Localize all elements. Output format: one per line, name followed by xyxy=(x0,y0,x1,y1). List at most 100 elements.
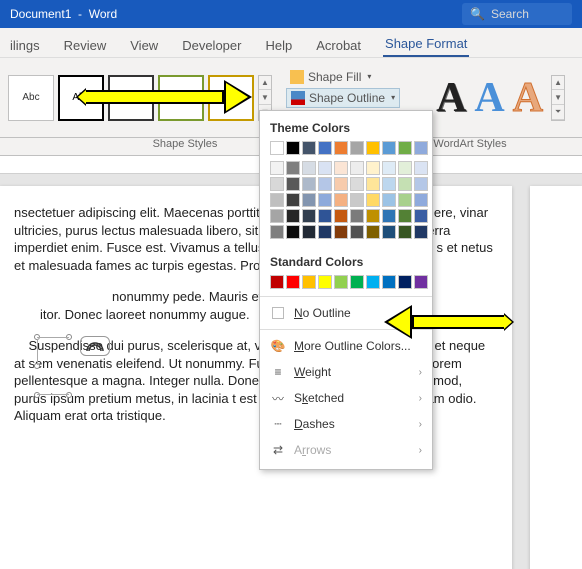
color-swatch[interactable] xyxy=(382,275,396,289)
color-swatch[interactable] xyxy=(366,275,380,289)
page-2[interactable] xyxy=(530,186,582,569)
color-swatch[interactable] xyxy=(414,225,428,239)
color-swatch[interactable] xyxy=(270,275,284,289)
gallery-up-icon[interactable]: ▲ xyxy=(259,76,271,91)
tab-help[interactable]: Help xyxy=(263,34,294,57)
color-swatch[interactable] xyxy=(366,161,380,175)
tab-shape-format[interactable]: Shape Format xyxy=(383,32,469,57)
color-swatch[interactable] xyxy=(382,141,396,155)
color-swatch[interactable] xyxy=(286,209,300,223)
color-swatch[interactable] xyxy=(350,141,364,155)
color-swatch[interactable] xyxy=(366,209,380,223)
color-swatch[interactable] xyxy=(302,275,316,289)
color-swatch[interactable] xyxy=(286,225,300,239)
color-swatch[interactable] xyxy=(350,161,364,175)
color-swatch[interactable] xyxy=(366,177,380,191)
color-swatch[interactable] xyxy=(318,161,332,175)
selected-shape[interactable] xyxy=(34,334,72,398)
color-swatch[interactable] xyxy=(350,225,364,239)
color-swatch[interactable] xyxy=(382,161,396,175)
color-swatch[interactable] xyxy=(398,177,412,191)
tab-mailings[interactable]: ilings xyxy=(8,34,42,57)
color-swatch[interactable] xyxy=(286,193,300,207)
color-swatch[interactable] xyxy=(366,193,380,207)
dashes-item[interactable]: ┄ Dashes › xyxy=(260,411,432,437)
color-swatch[interactable] xyxy=(414,177,428,191)
color-swatch[interactable] xyxy=(270,193,284,207)
color-swatch[interactable] xyxy=(350,177,364,191)
color-swatch[interactable] xyxy=(398,209,412,223)
color-swatch[interactable] xyxy=(302,141,316,155)
color-swatch[interactable] xyxy=(350,193,364,207)
color-swatch[interactable] xyxy=(350,275,364,289)
color-swatch[interactable] xyxy=(382,193,396,207)
sketched-item[interactable]: 〰 Sketched › xyxy=(260,385,432,411)
color-swatch[interactable] xyxy=(334,161,348,175)
weight-item[interactable]: ≡ Weight › xyxy=(260,359,432,385)
color-swatch[interactable] xyxy=(334,209,348,223)
pen-icon xyxy=(291,91,305,105)
color-swatch[interactable] xyxy=(270,177,284,191)
arrows-item[interactable]: ⇄ Arrows › xyxy=(260,437,432,463)
page[interactable]: nsectetuer adipiscing elit. Maecenas por… xyxy=(0,186,512,569)
color-swatch[interactable] xyxy=(286,161,300,175)
color-swatch[interactable] xyxy=(302,193,316,207)
wordart-style-1[interactable]: A xyxy=(436,74,466,122)
shape-outline-dropdown: Theme Colors Standard Colors No Outline … xyxy=(259,110,433,470)
tab-view[interactable]: View xyxy=(128,34,160,57)
color-swatch[interactable] xyxy=(414,161,428,175)
color-swatch[interactable] xyxy=(398,141,412,155)
wordart-style-3[interactable]: A xyxy=(513,74,543,122)
color-swatch[interactable] xyxy=(398,225,412,239)
search-box[interactable]: 🔍 Search xyxy=(462,3,572,25)
color-swatch[interactable] xyxy=(382,177,396,191)
color-swatch[interactable] xyxy=(382,225,396,239)
color-swatch[interactable] xyxy=(334,225,348,239)
color-swatch[interactable] xyxy=(398,161,412,175)
color-swatch[interactable] xyxy=(334,193,348,207)
color-swatch[interactable] xyxy=(334,177,348,191)
gallery-up-icon[interactable]: ▲ xyxy=(552,76,564,91)
color-swatch[interactable] xyxy=(286,141,300,155)
more-colors-label: More Outline Colors... xyxy=(294,339,411,353)
color-swatch[interactable] xyxy=(334,141,348,155)
color-swatch[interactable] xyxy=(302,161,316,175)
color-swatch[interactable] xyxy=(286,275,300,289)
shape-rainbow-icon[interactable] xyxy=(80,336,110,356)
color-swatch[interactable] xyxy=(382,209,396,223)
color-swatch[interactable] xyxy=(318,209,332,223)
color-swatch[interactable] xyxy=(270,141,284,155)
color-swatch[interactable] xyxy=(286,177,300,191)
gallery-down-icon[interactable]: ▼ xyxy=(259,90,271,105)
color-swatch[interactable] xyxy=(366,141,380,155)
color-swatch[interactable] xyxy=(366,225,380,239)
color-swatch[interactable] xyxy=(318,275,332,289)
color-swatch[interactable] xyxy=(270,225,284,239)
color-swatch[interactable] xyxy=(414,193,428,207)
tab-acrobat[interactable]: Acrobat xyxy=(314,34,363,57)
color-swatch[interactable] xyxy=(270,209,284,223)
color-swatch[interactable] xyxy=(318,193,332,207)
tab-developer[interactable]: Developer xyxy=(180,34,243,57)
gallery-more-icon[interactable]: ⏷ xyxy=(552,105,564,120)
color-swatch[interactable] xyxy=(350,209,364,223)
color-swatch[interactable] xyxy=(414,141,428,155)
color-swatch[interactable] xyxy=(318,225,332,239)
wordart-style-2[interactable]: A xyxy=(474,74,504,122)
color-swatch[interactable] xyxy=(270,161,284,175)
color-swatch[interactable] xyxy=(302,177,316,191)
shape-style-1[interactable]: Abc xyxy=(8,75,54,121)
color-swatch[interactable] xyxy=(334,275,348,289)
color-swatch[interactable] xyxy=(318,141,332,155)
shape-outline-button[interactable]: Shape Outline ▾ xyxy=(286,88,400,108)
color-swatch[interactable] xyxy=(302,225,316,239)
color-swatch[interactable] xyxy=(302,209,316,223)
color-swatch[interactable] xyxy=(398,193,412,207)
tab-review[interactable]: Review xyxy=(62,34,109,57)
color-swatch[interactable] xyxy=(414,209,428,223)
color-swatch[interactable] xyxy=(318,177,332,191)
gallery-down-icon[interactable]: ▼ xyxy=(552,90,564,105)
color-swatch[interactable] xyxy=(414,275,428,289)
shape-fill-button[interactable]: Shape Fill ▾ xyxy=(286,68,400,86)
color-swatch[interactable] xyxy=(398,275,412,289)
